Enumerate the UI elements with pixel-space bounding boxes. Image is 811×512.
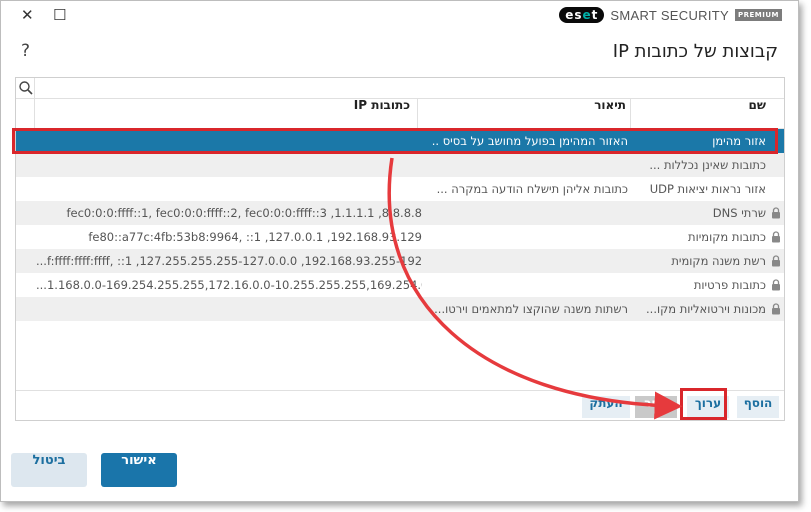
table-body: אזור מהימן האזור המהימן בפועל מחושב על ב… bbox=[16, 129, 784, 321]
cell-name: שרתי DNS bbox=[712, 206, 766, 220]
column-header-ip[interactable]: כתובות IP bbox=[44, 98, 410, 128]
table-row[interactable]: כתובות פרטיות ...1.168.0.0-169.254.255.2… bbox=[16, 273, 784, 297]
table-row[interactable]: כתובות מקומיות fe80::a77c:4fb:53b8:9964,… bbox=[16, 225, 784, 249]
title-bar: ✕ ☐ eset SMART SECURITY PREMIUM bbox=[1, 1, 798, 31]
cell-description bbox=[432, 225, 628, 249]
column-divider[interactable] bbox=[630, 98, 631, 128]
cell-name: אזור נראות יציאות UDP bbox=[649, 182, 766, 196]
cell-name: כתובות מקומיות bbox=[688, 230, 766, 244]
page-title: קבוצות של כתובות IP bbox=[612, 41, 778, 62]
column-divider bbox=[34, 98, 35, 128]
cell-description: האזור המהימן בפועל מחושב על בסיס ... bbox=[432, 134, 628, 148]
lock-icon bbox=[772, 207, 780, 219]
cell-ip: fe80::a77c:4fb:53b8:9964, ::1 ,127.0.0.1… bbox=[88, 230, 422, 244]
edit-button[interactable]: ערוך bbox=[687, 396, 729, 418]
eset-logo: eset bbox=[559, 7, 605, 23]
lock-icon bbox=[772, 303, 780, 315]
copy-button[interactable]: העתק bbox=[582, 396, 630, 418]
table-row[interactable]: כתובות שאינן נכללות ... bbox=[16, 153, 784, 177]
table-row[interactable]: אזור נראות יציאות UDP כתובות אליהן תישלח… bbox=[16, 177, 784, 201]
cell-name: אזור מהימן bbox=[712, 134, 766, 148]
table-header: שם תיאור כתובות IP bbox=[16, 98, 784, 129]
dialog-window: ✕ ☐ eset SMART SECURITY PREMIUM קבוצות ש… bbox=[0, 0, 799, 502]
cell-description bbox=[432, 273, 628, 297]
column-divider[interactable] bbox=[417, 98, 418, 128]
table-row[interactable]: אזור מהימן האזור המהימן בפועל מחושב על ב… bbox=[16, 129, 784, 153]
cell-ip bbox=[36, 129, 422, 153]
table-row[interactable]: מכונות וירטואליות מקו... רשתות משנה שהוק… bbox=[16, 297, 784, 321]
search-separator bbox=[34, 78, 35, 98]
column-header-description[interactable]: תיאור bbox=[426, 98, 626, 128]
product-name: SMART SECURITY bbox=[610, 7, 729, 23]
table-row[interactable]: שרתי DNS fec0:0:0:ffff::1, fec0:0:0:ffff… bbox=[16, 201, 784, 225]
help-icon[interactable]: ? bbox=[21, 41, 30, 61]
cell-ip: ...f:ffff:ffff:ffff, ::1 ,127.255.255.25… bbox=[36, 254, 422, 268]
delete-button: הסר bbox=[635, 396, 677, 418]
cell-name: כתובות שאינן נכללות ... bbox=[649, 158, 766, 172]
ip-sets-table: שם תיאור כתובות IP אזור מהימן האזור המהי… bbox=[15, 77, 785, 421]
search-icon[interactable] bbox=[18, 80, 34, 96]
search-bar bbox=[16, 78, 784, 99]
cell-name: מכונות וירטואליות מקו... bbox=[646, 302, 766, 316]
search-input[interactable] bbox=[36, 78, 780, 99]
add-button[interactable]: הוסף bbox=[737, 396, 779, 418]
edition-badge: PREMIUM bbox=[734, 9, 782, 21]
cell-ip bbox=[36, 297, 422, 321]
cell-ip: fec0:0:0:ffff::1, fec0:0:0:ffff::2, fec0… bbox=[66, 206, 422, 220]
cell-ip: ...1.168.0.0-169.254.255.255,172.16.0.0-… bbox=[36, 278, 422, 292]
cell-ip bbox=[36, 177, 422, 201]
cell-description: כתובות אליהן תישלח הודעה במקרה ... bbox=[436, 182, 628, 196]
cell-description bbox=[432, 201, 628, 225]
brand: eset SMART SECURITY PREMIUM bbox=[559, 7, 782, 23]
ok-button[interactable]: אישור bbox=[101, 453, 177, 487]
lock-icon bbox=[772, 279, 780, 291]
cell-name: רשת משנה מקומית bbox=[671, 254, 766, 268]
maximize-icon[interactable]: ☐ bbox=[53, 6, 66, 24]
lock-icon bbox=[772, 255, 780, 267]
cell-description bbox=[432, 249, 628, 273]
cell-name: כתובות פרטיות bbox=[693, 278, 766, 292]
lock-icon bbox=[772, 231, 780, 243]
cancel-button[interactable]: ביטול bbox=[11, 453, 87, 487]
column-header-name[interactable]: שם bbox=[636, 98, 766, 128]
table-row[interactable]: רשת משנה מקומית ...f:ffff:ffff:ffff, ::1… bbox=[16, 249, 784, 273]
cell-description bbox=[432, 153, 628, 177]
table-toolbar: הוסף ערוך הסר העתק bbox=[16, 390, 784, 421]
cell-ip bbox=[36, 153, 422, 177]
cell-description: רשתות משנה שהוקצו למתאמים וירטו... bbox=[434, 302, 628, 316]
close-icon[interactable]: ✕ bbox=[21, 6, 34, 24]
